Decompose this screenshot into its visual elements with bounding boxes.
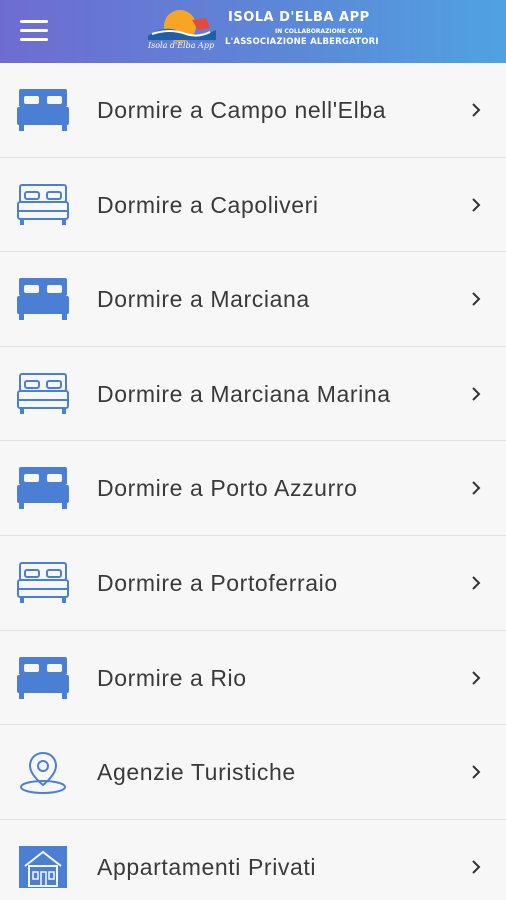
- category-list: Dormire a Campo nell'Elba Dormire a Capo…: [0, 63, 506, 900]
- list-item-marciana-marina[interactable]: Dormire a Marciana Marina: [0, 346, 506, 442]
- list-item-label: Dormire a Capoliveri: [97, 191, 319, 218]
- list-item-portoferraio[interactable]: Dormire a Portoferraio: [0, 535, 506, 631]
- app-subtitle-line1: IN COLLABORAZIONE CON: [275, 28, 363, 35]
- map-pin-icon: [20, 752, 66, 795]
- chevron-right-icon: [472, 765, 481, 779]
- list-item-label: Dormire a Marciana Marina: [97, 380, 391, 407]
- house-icon: [19, 845, 67, 888]
- chevron-right-icon: [472, 292, 481, 306]
- list-item-label: Dormire a Marciana: [97, 286, 310, 313]
- list-item-label: Dormire a Campo nell'Elba: [97, 97, 387, 123]
- list-item-campo-nell-elba[interactable]: Dormire a Campo nell'Elba: [0, 63, 506, 158]
- list-item-label: Appartamenti Privati: [97, 853, 317, 880]
- list-item-label: Dormire a Rio: [97, 664, 247, 691]
- chevron-right-icon: [472, 481, 481, 496]
- bed-outline-icon: [17, 372, 69, 414]
- chevron-right-icon: [472, 387, 481, 401]
- list-item-label: Dormire a Portoferraio: [97, 569, 338, 596]
- bed-filled-icon: [17, 467, 69, 510]
- list-item-label: Dormire a Porto Azzurro: [97, 475, 358, 502]
- list-item-porto-azzurro[interactable]: Dormire a Porto Azzurro: [0, 441, 506, 536]
- chevron-right-icon: [472, 670, 481, 685]
- chevron-right-icon: [472, 860, 481, 874]
- list-item-agenzie-turistiche[interactable]: Agenzie Turistiche: [0, 725, 506, 820]
- hamburger-menu-icon[interactable]: [20, 20, 48, 42]
- bed-filled-icon: [17, 278, 69, 321]
- bed-filled-icon: [17, 656, 69, 699]
- list-item-appartamenti-privati[interactable]: Appartamenti Privati: [0, 819, 506, 900]
- chevron-right-icon: [472, 197, 481, 212]
- bed-outline-icon: [17, 183, 69, 225]
- list-item-marciana[interactable]: Dormire a Marciana: [0, 252, 506, 347]
- chevron-right-icon: [472, 576, 481, 590]
- list-item-rio[interactable]: Dormire a Rio: [0, 630, 506, 726]
- list-item-label: Agenzie Turistiche: [97, 759, 296, 786]
- bed-outline-icon: [17, 561, 69, 603]
- app-subtitle-line2: L'ASSOCIAZIONE ALBERGATORI: [225, 37, 379, 47]
- app-header: Isola d'Elba App ISOLA D'ELBA APP IN COL…: [0, 0, 506, 63]
- list-item-capoliveri[interactable]: Dormire a Capoliveri: [0, 157, 506, 253]
- logo-script-text: Isola d'Elba App: [147, 41, 215, 50]
- chevron-right-icon: [472, 103, 481, 117]
- bed-filled-icon: [17, 89, 69, 131]
- app-title: ISOLA D'ELBA APP: [228, 10, 370, 25]
- brand-logo: Isola d'Elba App ISOLA D'ELBA APP IN COL…: [140, 6, 379, 56]
